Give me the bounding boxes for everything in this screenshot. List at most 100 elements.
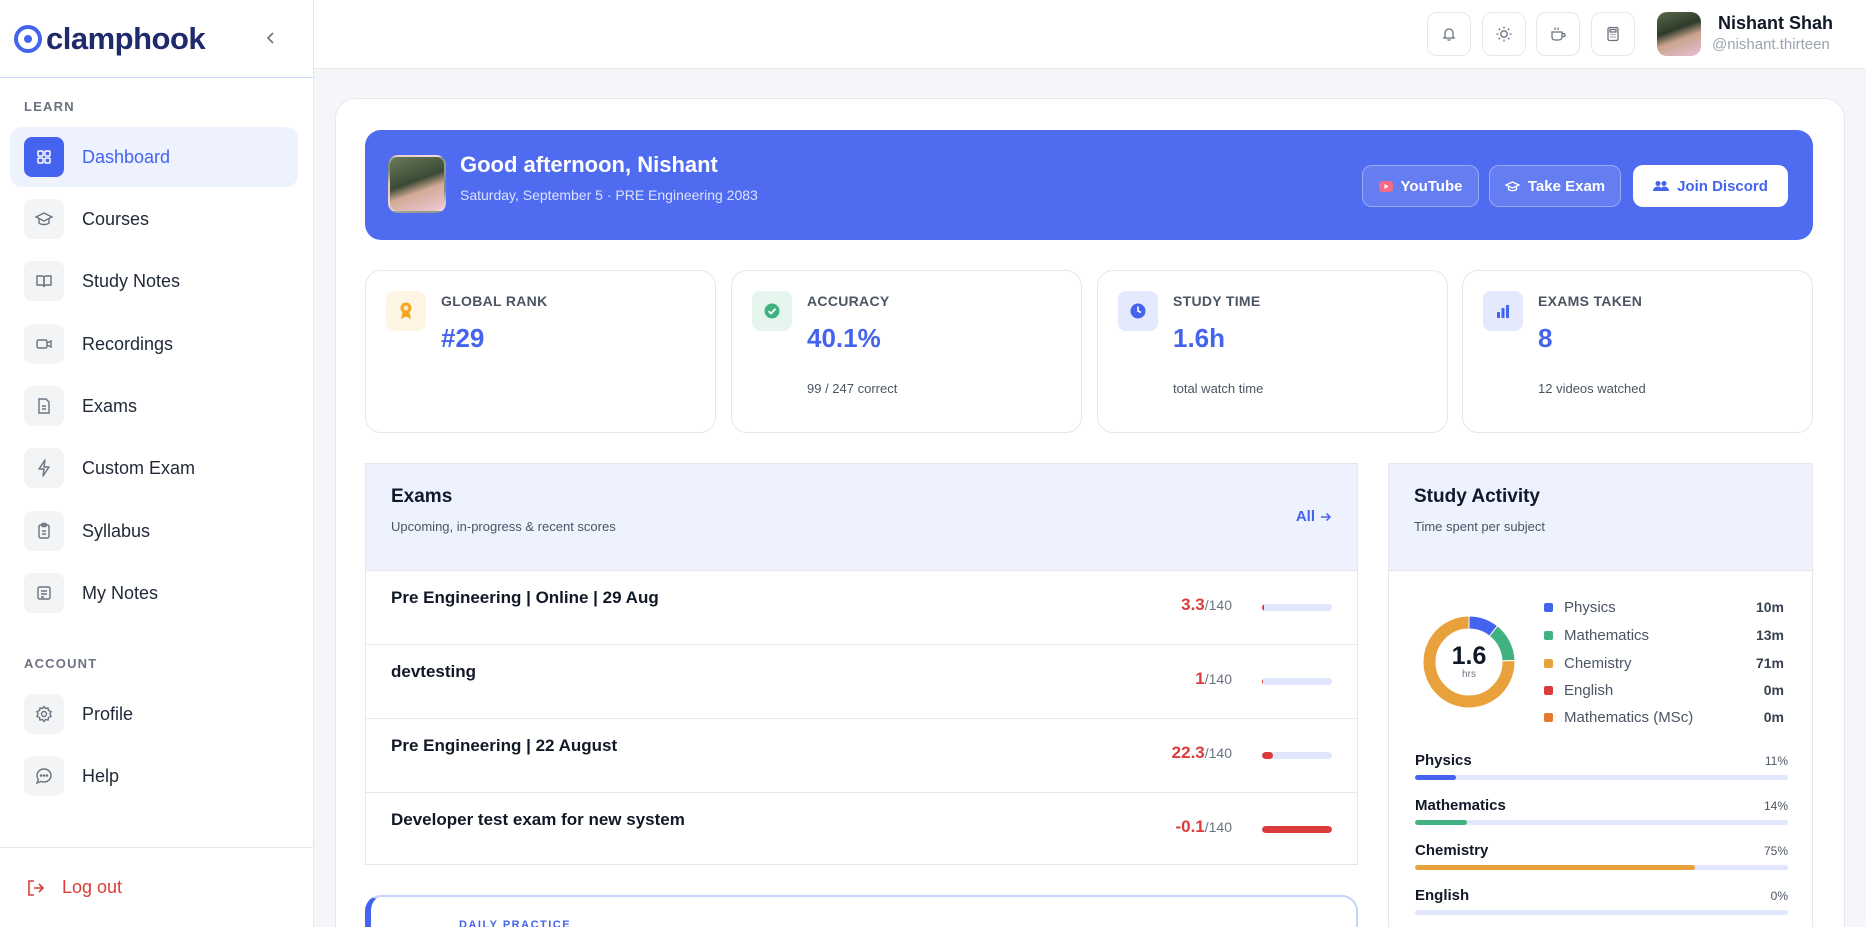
take-exam-label: Take Exam bbox=[1527, 177, 1606, 195]
sidebar-item-profile[interactable]: Profile bbox=[10, 684, 298, 744]
legend-item: Physics 10m bbox=[1544, 597, 1784, 617]
sidebar-item-syllabus[interactable]: Syllabus bbox=[10, 501, 298, 561]
sidebar-item-label: Custom Exam bbox=[82, 457, 196, 478]
theme-toggle-button[interactable] bbox=[1482, 12, 1526, 56]
stat-label: STUDY TIME bbox=[1173, 293, 1261, 309]
exam-row[interactable]: Developer test exam for new system -0.1/… bbox=[366, 793, 1357, 867]
all-exams-label: All bbox=[1295, 508, 1315, 525]
youtube-label: YouTube bbox=[1400, 177, 1463, 195]
subject-progress: Mathematics 14% bbox=[1415, 797, 1788, 825]
stat-value: 1.6h bbox=[1173, 323, 1226, 353]
collapse-sidebar-button[interactable] bbox=[259, 26, 283, 50]
break-timer-button[interactable] bbox=[1536, 12, 1580, 56]
sidebar-item-study-notes[interactable]: Study Notes bbox=[10, 251, 298, 311]
document-icon bbox=[24, 386, 64, 426]
legend-name: English bbox=[1564, 681, 1614, 699]
join-discord-button[interactable]: Join Discord bbox=[1633, 165, 1788, 207]
donut-center: 1.6 hrs bbox=[1415, 608, 1523, 716]
legend-name: Mathematics bbox=[1564, 626, 1650, 644]
join-discord-label: Join Discord bbox=[1677, 177, 1768, 195]
legend-value: 0m bbox=[1763, 709, 1784, 725]
exam-score-total: /140 bbox=[1204, 745, 1232, 761]
stat-card-study-time: STUDY TIME 1.6h total watch time bbox=[1097, 270, 1448, 433]
video-icon bbox=[24, 324, 64, 364]
exam-score: 22.3/140 bbox=[1172, 743, 1232, 763]
stat-value: #29 bbox=[441, 323, 485, 353]
exams-title: Exams bbox=[391, 486, 453, 507]
coffee-cup-icon bbox=[1551, 27, 1566, 41]
logout-button[interactable]: Log out bbox=[0, 847, 314, 927]
subject-progress-track bbox=[1415, 910, 1788, 915]
sidebar-item-label: Study Notes bbox=[82, 270, 181, 291]
legend-swatch bbox=[1544, 712, 1553, 722]
exam-score-total: /140 bbox=[1204, 671, 1232, 687]
logout-icon bbox=[28, 879, 45, 896]
study-activity-header: Study Activity Time spent per subject bbox=[1389, 464, 1812, 571]
subject-progress-fill bbox=[1415, 820, 1468, 825]
exam-score-value: -0.1 bbox=[1175, 817, 1205, 836]
sidebar-item-label: My Notes bbox=[82, 582, 159, 603]
lightning-icon bbox=[24, 448, 64, 488]
study-activity-subtitle: Time spent per subject bbox=[1414, 519, 1546, 534]
topbar: Nishant Shah @nishant.thirteen bbox=[314, 0, 1866, 69]
exam-row[interactable]: Pre Engineering | Online | 29 Aug 3.3/14… bbox=[366, 571, 1357, 645]
stat-value: 40.1% bbox=[807, 323, 881, 353]
sidebar-item-dashboard[interactable]: Dashboard bbox=[10, 127, 298, 187]
subject-progress-track bbox=[1415, 865, 1788, 870]
welcome-avatar bbox=[388, 155, 446, 213]
sidebar-item-help[interactable]: Help bbox=[10, 746, 298, 806]
sidebar-item-my-notes[interactable]: My Notes bbox=[10, 563, 298, 623]
calculator-button[interactable] bbox=[1591, 12, 1635, 56]
legend-swatch bbox=[1544, 602, 1553, 612]
exam-score-bar bbox=[1262, 604, 1332, 611]
subject-percent: 11% bbox=[1764, 754, 1788, 768]
legend-item: Mathematics 13m bbox=[1544, 625, 1784, 645]
stat-label: GLOBAL RANK bbox=[441, 293, 548, 309]
sidebar-item-exams[interactable]: Exams bbox=[10, 376, 298, 436]
take-exam-button[interactable]: Take Exam bbox=[1489, 165, 1621, 207]
study-activity-title: Study Activity bbox=[1414, 486, 1540, 507]
grid-icon bbox=[24, 137, 64, 177]
youtube-button[interactable]: YouTube bbox=[1362, 165, 1479, 207]
sidebar: clamphook LEARN Dashboard Courses Study … bbox=[0, 0, 314, 927]
exam-row[interactable]: Pre Engineering | 22 August 22.3/140 bbox=[366, 719, 1357, 793]
book-open-icon bbox=[24, 261, 64, 301]
legend-value: 71m bbox=[1755, 655, 1784, 671]
user-avatar[interactable] bbox=[1657, 12, 1701, 56]
subject-progress-track bbox=[1415, 775, 1788, 780]
clock-icon bbox=[1118, 291, 1158, 331]
gear-icon bbox=[24, 694, 64, 734]
logo-icon bbox=[14, 24, 42, 53]
donut-total: 1.6 bbox=[1451, 642, 1487, 670]
exam-name: Pre Engineering | 22 August bbox=[391, 736, 618, 755]
notifications-button[interactable] bbox=[1427, 12, 1471, 56]
daily-practice-card: DAILY PRACTICE bbox=[365, 895, 1358, 927]
sidebar-item-courses[interactable]: Courses bbox=[10, 189, 298, 249]
greeting-subtitle: Saturday, September 5 · PRE Engineering … bbox=[460, 187, 758, 203]
exam-name: Developer test exam for new system bbox=[391, 810, 685, 829]
exam-row[interactable]: devtesting 1/140 bbox=[366, 645, 1357, 719]
legend-value: 0m bbox=[1763, 682, 1784, 698]
exams-subtitle: Upcoming, in-progress & recent scores bbox=[391, 519, 616, 534]
check-circle-icon bbox=[752, 291, 792, 331]
bell-icon bbox=[1442, 28, 1456, 41]
greeting-title: Good afternoon, Nishant bbox=[460, 152, 718, 177]
welcome-banner: Good afternoon, Nishant Saturday, Septem… bbox=[365, 130, 1813, 240]
graduation-cap-icon bbox=[24, 199, 64, 239]
legend-name: Mathematics (MSc) bbox=[1564, 708, 1694, 726]
legend-item: Mathematics (MSc) 0m bbox=[1544, 707, 1784, 727]
legend-swatch bbox=[1544, 658, 1553, 668]
daily-practice-label: DAILY PRACTICE bbox=[459, 919, 572, 927]
sidebar-item-label: Dashboard bbox=[82, 146, 171, 167]
stat-label: ACCURACY bbox=[807, 293, 890, 309]
sun-icon bbox=[1496, 26, 1512, 42]
legend-value: 13m bbox=[1755, 627, 1784, 643]
legend-name: Chemistry bbox=[1564, 654, 1632, 672]
exams-card-header: Exams Upcoming, in-progress & recent sco… bbox=[366, 464, 1357, 571]
subject-progress: Physics 11% bbox=[1415, 752, 1788, 780]
all-exams-link[interactable]: All bbox=[1296, 508, 1332, 525]
sidebar-item-recordings[interactable]: Recordings bbox=[10, 314, 298, 374]
subject-name: English bbox=[1415, 887, 1470, 904]
stat-note: total watch time bbox=[1173, 381, 1264, 396]
sidebar-item-custom-exam[interactable]: Custom Exam bbox=[10, 438, 298, 498]
